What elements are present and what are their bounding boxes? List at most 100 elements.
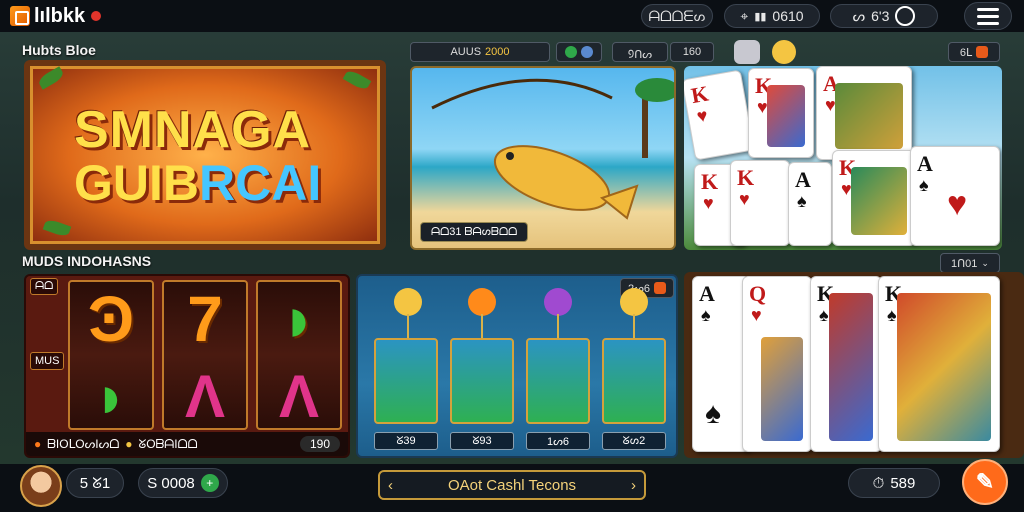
leaf-decoration-icon [342,68,372,92]
game-tile-banner[interactable]: SMNAGA GUIBRCAI [24,60,386,250]
balloon-icon [620,288,648,316]
seven-symbol-icon: 7 [187,283,223,355]
slots-bottom-left: ᗷIOᒪOᔕIᔕᗝ [47,436,120,451]
fish-card-2[interactable] [450,338,514,424]
slots-bottom-bar: ● ᗷIOᒪOᔕIᔕᗝ ● ᘜOᗷᗩIᗝᗝ 190 [26,432,348,456]
playing-card: K ♠ [878,276,1000,452]
chevron-down-icon: ⌄ [981,257,989,268]
playing-card: K ♠ [810,276,882,452]
flame-icon: ● [34,437,42,451]
playing-card: K ♥ [730,160,790,246]
chip-auus-label: AUUS [450,46,482,58]
chip-right-top[interactable]: 6ᒪ [948,42,1000,62]
fish-card-label: 1ᔕ6 [526,432,590,450]
balloon-string [557,314,559,340]
game-tile-poker[interactable]: A ♠ ♠ Q ♥ K ♠ K ♠ [684,272,1024,458]
user-avatar[interactable] [20,465,62,507]
fish-card-label: ᘜ93 [450,432,514,450]
hamburger-menu-icon[interactable] [964,2,1012,30]
balance-1-value: 5 ᘜ1 [79,474,111,492]
smiley-icon[interactable] [772,40,796,64]
playing-card: K ♥ [748,68,814,158]
seven-symbol-icon: Ͽ [87,283,135,355]
top-pill-time[interactable]: ᔕ 6'3 [830,4,938,28]
slots-side-label: MUS [30,352,65,370]
fish-card-label: ᘜᔕ2 [602,432,666,450]
chevron-right-icon[interactable]: › [631,477,636,494]
slot-reel-3: ◗ Λ [256,280,342,430]
playing-card: A ♠ [788,162,832,246]
fish-tile-tag: ᗩᗝ31 ᗷᗩᔕᗷᗝᗝ [420,222,529,242]
playing-card: A ♠ ♥ [910,146,1000,246]
slots-bottom-right: 190 [299,436,340,452]
chip-auus-value: 2000 [485,46,510,58]
banner-title-line1: SMNAGA [74,101,312,159]
balance-pill-1[interactable]: 5 ᘜ1 [66,468,124,498]
balloon-string [407,314,409,340]
chevron-left-icon[interactable]: ‹ [388,477,393,494]
section-title-bottom: MUDS INDOHASNS [22,253,152,269]
location-pin-icon: ⌖ [740,7,749,24]
balloon-string [633,314,635,340]
chip-aus2[interactable]: ᠑ᑎᔕ [612,42,668,62]
lightning-icon [565,46,577,58]
coin-icon: ● [125,437,133,451]
right-counter-pill[interactable]: ⏱ 589 [848,468,940,498]
fish-symbol-icon: ◗ [279,283,319,355]
balloon-icon [544,288,572,316]
slots-top-label: ᗩᗝ [30,278,59,295]
game-tile-slots[interactable]: ᗩᗝ MUS Ͽ ◗ 7 Λ ◗ Λ ● ᗷIOᒪOᔕIᔕᗝ ● ᘜOᗷᗩIᗝᗝ… [24,274,350,458]
add-coins-icon[interactable]: + [200,474,219,492]
close-icon[interactable] [976,46,989,58]
chip-right-mid-label: 1ᑎ01 [951,257,978,270]
chip-qr-label: 160 [682,46,702,58]
logo-box-icon [10,6,30,26]
top-pill-account[interactable]: ᗩᗝᗝᗴᔕ [641,4,713,28]
playing-card: K ♥ [832,150,916,246]
logo-text: lılbkk [34,4,86,27]
globe-icon [581,46,593,58]
game-tile-cards[interactable]: K ♥ K ♥ A ♥ K ♥ K ♥ A ♠ K ♥ A ♠ ♥ [684,66,1002,250]
robot-icon[interactable] [734,40,760,64]
center-promo-bar[interactable]: ‹ OAot Cashl Tecons › [378,470,646,500]
close-icon[interactable] [654,282,667,294]
slot-reel-2: 7 Λ [162,280,248,430]
logo-dot-icon [91,11,102,21]
time-value: 6'3 [871,8,890,24]
fish-card-1[interactable] [374,338,438,424]
slot-reel-1: Ͽ ◗ [68,280,154,430]
balloon-icon [468,288,496,316]
playing-card: A ♥ [816,66,912,160]
fish-symbol-icon: ◗ [92,363,130,430]
controller-icon: ᔕ [852,7,866,24]
chip-status[interactable] [556,42,602,62]
leaf-decoration-icon [42,217,72,239]
playing-card: Q ♥ [742,276,812,452]
app-logo[interactable]: lılbkk [10,4,102,28]
fish-card-3[interactable] [526,338,590,424]
fish-card-4[interactable] [602,338,666,424]
edit-button[interactable]: ✎ [962,459,1008,505]
right-counter-value: 589 [890,474,916,492]
top-pill-stats[interactable]: ⌖ ▮▮ 0610 [724,4,820,28]
fish-card-label: ᘜ39 [374,432,438,450]
banner-title-line2-a: GUIB [74,155,199,211]
banner-title-line2: GUIBRCAI [74,158,321,208]
pencil-icon: ✎ [975,469,995,494]
chip-right-mid[interactable]: 1ᑎ01 ⌄ [940,253,1000,273]
game-tile-fish-hunter[interactable]: 2ᔕ6 ᘜ39 ᘜ93 1ᔕ6 ᘜᔕ2 [356,274,678,458]
chip-auus[interactable]: AUUS 2000 [410,42,550,62]
arrow-symbol-icon: Λ [278,363,320,430]
clock-icon [895,6,916,26]
top-pill-account-label: ᗩᗝᗝᗴᔕ [648,7,706,24]
section-title-top: Hubts Bloe [22,42,96,58]
balloon-string [481,314,483,340]
stats-value: 0610 [772,8,804,24]
slots-bottom-mid: ᘜOᗷᗩIᗝᗝ [138,436,198,451]
timer-icon: ⏱ [872,474,885,492]
game-tile-fishing[interactable]: ᗩᗝ31 ᗷᗩᔕᗷᗝᗝ [410,66,676,250]
balance-pill-2[interactable]: S 0008 + [138,468,228,498]
balance-2-value: S 0008 [147,474,195,492]
balloon-icon [394,288,422,316]
chip-qr[interactable]: 160 [670,42,714,62]
